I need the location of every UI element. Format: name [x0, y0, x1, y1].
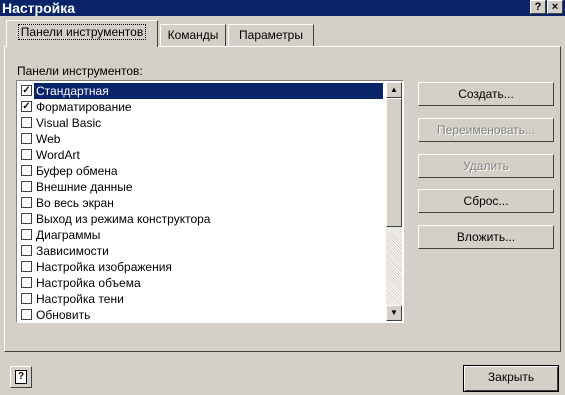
list-item[interactable]: Visual Basic	[19, 115, 383, 131]
reset-button-label: Сброс...	[463, 194, 509, 208]
list-item-label: Настройка объема	[36, 276, 141, 290]
attach-button[interactable]: Вложить...	[418, 225, 554, 249]
list-item-label: Visual Basic	[36, 116, 102, 130]
checkbox[interactable]	[21, 245, 32, 256]
create-button-label: Создать...	[458, 87, 514, 101]
list-item-label: Форматирование	[36, 100, 132, 114]
arrow-down-icon[interactable]: ▼	[386, 305, 402, 321]
list-item-label: WordArt	[36, 148, 80, 162]
checkbox[interactable]	[21, 165, 32, 176]
help-title-button[interactable]: ?	[530, 0, 546, 14]
list-item[interactable]: Буфер обмена	[19, 163, 383, 179]
checkbox[interactable]: ✓	[21, 101, 32, 112]
rename-button[interactable]: Переименовать...	[418, 118, 554, 142]
tab-options[interactable]: Параметры	[228, 24, 314, 46]
tab-commands[interactable]: Команды	[160, 24, 226, 46]
checkbox[interactable]	[21, 149, 32, 160]
list-item-label: Внешние данные	[36, 180, 133, 194]
tab-toolbars[interactable]: Панели инструментов	[6, 20, 158, 47]
list-item-label: Во весь экран	[36, 196, 114, 210]
checkbox[interactable]	[21, 293, 32, 304]
checkbox[interactable]	[21, 197, 32, 208]
toolbars-label: Панели инструментов:	[17, 64, 143, 78]
create-button[interactable]: Создать...	[418, 82, 554, 106]
list-item-label: Настройка изображения	[36, 260, 172, 274]
toolbars-list[interactable]: ✓ Стандартная ✓ Форматирование Visual Basic W…	[16, 80, 404, 323]
scroll-thumb[interactable]	[386, 98, 402, 227]
list-item-label: Web	[36, 132, 61, 146]
window-title: Настройка	[2, 0, 76, 16]
reset-button[interactable]: Сброс...	[418, 189, 554, 213]
tab-toolbars-label: Панели инструментов	[17, 24, 147, 40]
list-item[interactable]: Web	[19, 131, 383, 147]
attach-button-label: Вложить...	[456, 230, 516, 244]
list-item-label: Диаграммы	[36, 228, 101, 242]
checkbox[interactable]	[21, 133, 32, 144]
list-item-label: Стандартная	[34, 83, 383, 99]
checkbox[interactable]	[21, 213, 32, 224]
list-item[interactable]: ✓ Стандартная	[19, 83, 383, 99]
list-item[interactable]: Настройка изображения	[19, 259, 383, 275]
list-item-label: Настройка тени	[36, 292, 124, 306]
list-item[interactable]: ✓ Форматирование	[19, 99, 383, 115]
checkbox[interactable]	[21, 309, 32, 320]
tab-options-label: Параметры	[239, 28, 303, 42]
delete-button[interactable]: Удалить	[418, 154, 554, 178]
list-item[interactable]: Внешние данные	[19, 179, 383, 195]
list-item[interactable]: Обновить	[19, 307, 383, 322]
rename-button-label: Переименовать...	[437, 123, 535, 137]
checkbox[interactable]: ✓	[21, 85, 32, 96]
list-scrollbar[interactable]: ▲ ▼	[386, 82, 402, 321]
title-bar: Настройка ? ×	[0, 0, 565, 16]
list-item[interactable]: Во весь экран	[19, 195, 383, 211]
list-item-label: Зависимости	[36, 244, 109, 258]
close-button-label: Закрыть	[487, 370, 535, 384]
list-item[interactable]: WordArt	[19, 147, 383, 163]
list-item-label: Буфер обмена	[36, 164, 118, 178]
arrow-up-icon[interactable]: ▲	[386, 82, 402, 98]
checkbox[interactable]	[21, 277, 32, 288]
list-item[interactable]: Диаграммы	[19, 227, 383, 243]
checkbox[interactable]	[21, 229, 32, 240]
checkbox[interactable]	[21, 181, 32, 192]
list-item[interactable]: Выход из режима конструктора	[19, 211, 383, 227]
help-icon: ?	[15, 370, 27, 384]
delete-button-label: Удалить	[463, 159, 509, 173]
list-item[interactable]: Зависимости	[19, 243, 383, 259]
close-title-button[interactable]: ×	[547, 0, 563, 14]
close-button[interactable]: Закрыть	[463, 365, 559, 392]
tab-commands-label: Команды	[167, 28, 219, 42]
help-button[interactable]: ?	[10, 366, 32, 388]
list-item[interactable]: Настройка тени	[19, 291, 383, 307]
list-item[interactable]: Настройка объема	[19, 275, 383, 291]
list-item-label: Выход из режима конструктора	[36, 212, 211, 226]
checkbox[interactable]	[21, 261, 32, 272]
checkbox[interactable]	[21, 117, 32, 128]
list-item-label: Обновить	[36, 308, 91, 322]
